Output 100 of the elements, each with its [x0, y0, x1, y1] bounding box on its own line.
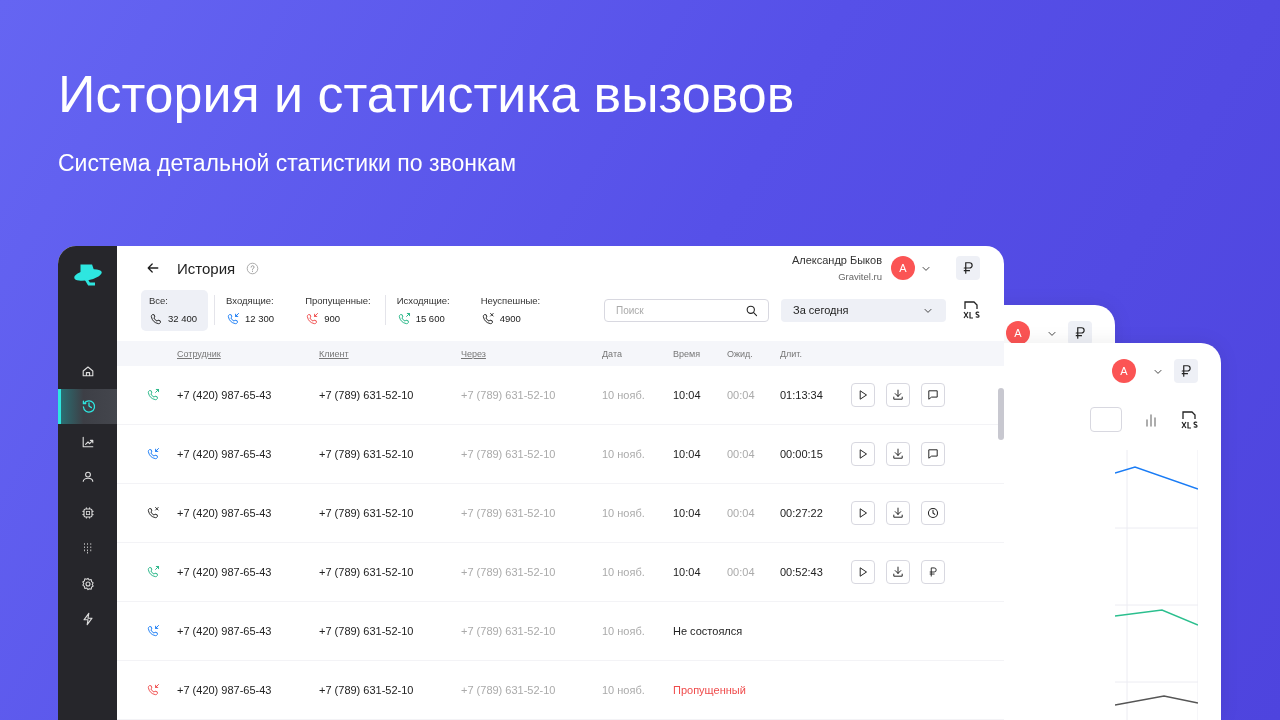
- call-status: Не состоялся: [673, 625, 744, 637]
- column-header[interactable]: Через: [461, 348, 602, 359]
- balance-button[interactable]: [1068, 321, 1092, 345]
- table-cell-text: 00:52:43: [780, 566, 824, 578]
- call-filter[interactable]: Входящие: 12 300: [218, 289, 283, 331]
- table-cell-text: 10 нояб.: [602, 566, 646, 578]
- payment-button[interactable]: [921, 560, 945, 584]
- table-cell-text: +7 (789) 631-52-10: [319, 448, 415, 460]
- settings-icon: [79, 575, 96, 592]
- balance-button[interactable]: [956, 256, 980, 280]
- clock-icon: [926, 506, 940, 520]
- download-icon: [891, 447, 905, 461]
- call-status: Пропущенный: [673, 684, 747, 696]
- table-cell-text: 00:04: [727, 389, 756, 401]
- column-header: Длит.: [780, 348, 803, 359]
- column-header: Дата: [602, 348, 623, 359]
- table-cell-text: +7 (789) 631-52-10: [319, 684, 415, 696]
- table-cell-text: 00:27:22: [780, 507, 824, 519]
- chip-icon: [79, 504, 96, 521]
- table-cell-text: 10:04: [673, 389, 702, 401]
- page-title: История: [177, 259, 236, 277]
- table-cell-text: 00:04: [727, 507, 756, 519]
- table-cell-text: +7 (420) 987-65-43: [177, 684, 273, 696]
- comment-button[interactable]: [921, 383, 945, 407]
- table-cell-text: 00:04: [727, 566, 756, 578]
- missed-call-icon: [146, 683, 160, 697]
- table-cell-text: +7 (789) 631-52-10: [319, 507, 415, 519]
- incoming-call-icon: [146, 447, 160, 461]
- table-cell-text: 10 нояб.: [602, 389, 646, 401]
- comment-icon: [926, 447, 940, 461]
- play-button[interactable]: [851, 383, 875, 407]
- play-button[interactable]: [851, 501, 875, 525]
- user-name: Александр Быков: [791, 254, 882, 266]
- table-cell-text: +7 (420) 987-65-43: [177, 625, 273, 637]
- table-cell-text: +7 (789) 631-52-10: [319, 389, 415, 401]
- subheadline: Система детальной статистики по звонкам: [58, 149, 517, 178]
- phone-icon: [149, 311, 163, 326]
- history-button[interactable]: [921, 501, 945, 525]
- call-filter[interactable]: Исходящие: 15 600: [388, 289, 458, 331]
- call-filter[interactable]: Пропущенные: 900: [297, 289, 379, 331]
- incoming-call-icon: [226, 311, 241, 326]
- column-header: Ожид.: [727, 348, 754, 359]
- table-cell-text: +7 (789) 631-52-10: [319, 566, 415, 578]
- call-filter[interactable]: Неуспешные: 4900: [472, 289, 549, 331]
- table-cell-text: 10 нояб.: [602, 507, 646, 519]
- table-cell-text: +7 (789) 631-52-10: [461, 684, 557, 696]
- table-cell-text: +7 (420) 987-65-43: [177, 507, 273, 519]
- download-icon: [891, 388, 905, 402]
- play-button[interactable]: [851, 560, 875, 584]
- search-field[interactable]: Поиск: [604, 298, 769, 322]
- nav-item[interactable]: [58, 388, 117, 424]
- history-icon: [81, 398, 97, 415]
- download-button[interactable]: [886, 560, 910, 584]
- missed-call-icon: [305, 311, 320, 326]
- play-button[interactable]: [851, 442, 875, 466]
- table-cell-text: +7 (420) 987-65-43: [177, 389, 273, 401]
- incoming-call-icon: [146, 624, 160, 638]
- table-cell-text: 10 нояб.: [602, 448, 646, 460]
- headline: История и статистика вызовов: [58, 64, 795, 125]
- outgoing-call-icon: [146, 388, 160, 402]
- download-icon: [891, 506, 905, 520]
- download-button[interactable]: [886, 442, 910, 466]
- download-button[interactable]: [886, 501, 910, 525]
- table-cell-text: 10:04: [673, 566, 702, 578]
- column-header: Время: [673, 348, 702, 359]
- table-cell-text: 10:04: [673, 507, 702, 519]
- search-icon[interactable]: [745, 303, 758, 317]
- table-cell-text: +7 (789) 631-52-10: [461, 566, 557, 578]
- arrow-left-icon: [145, 260, 161, 276]
- period-dropdown[interactable]: За сегодня: [781, 298, 946, 322]
- table-cell-text: +7 (789) 631-52-10: [461, 389, 557, 401]
- table-cell-text: 10 нояб.: [602, 684, 646, 696]
- company-name: Gravitel.ru: [838, 271, 882, 282]
- call-filter[interactable]: Все: 32 400: [141, 289, 209, 331]
- table-cell-text: +7 (420) 987-65-43: [177, 566, 273, 578]
- outgoing-call-icon: [396, 311, 411, 326]
- table-cell-text: 01:13:34: [780, 389, 824, 401]
- outgoing-call-icon: [146, 565, 160, 579]
- table-cell-text: 00:00:15: [780, 448, 824, 460]
- balance-button[interactable]: [1174, 359, 1198, 383]
- table-cell-text: +7 (420) 987-65-43: [177, 448, 273, 460]
- xls-file-icon[interactable]: [962, 300, 980, 320]
- xls-file-icon[interactable]: [1180, 409, 1198, 430]
- comment-icon: [926, 388, 940, 402]
- table-cell-text: +7 (789) 631-52-10: [461, 507, 557, 519]
- table-cell-text: 00:04: [727, 448, 756, 460]
- table-cell-text: +7 (789) 631-52-10: [319, 625, 415, 637]
- download-icon: [891, 565, 905, 579]
- dropdown-field[interactable]: [1090, 407, 1122, 432]
- column-header[interactable]: Сотрудник: [177, 348, 319, 359]
- column-header[interactable]: Клиент: [319, 348, 461, 359]
- failed-call-icon: [146, 506, 160, 520]
- table-cell-text: +7 (789) 631-52-10: [461, 448, 557, 460]
- scrollbar-thumb[interactable]: [998, 388, 1004, 440]
- failed-call-icon: [480, 311, 495, 326]
- table-cell-text: 10:04: [673, 448, 702, 460]
- comment-button[interactable]: [921, 442, 945, 466]
- table-cell-text: 10 нояб.: [602, 625, 646, 637]
- table-cell-text: +7 (789) 631-52-10: [461, 625, 557, 637]
- download-button[interactable]: [886, 383, 910, 407]
